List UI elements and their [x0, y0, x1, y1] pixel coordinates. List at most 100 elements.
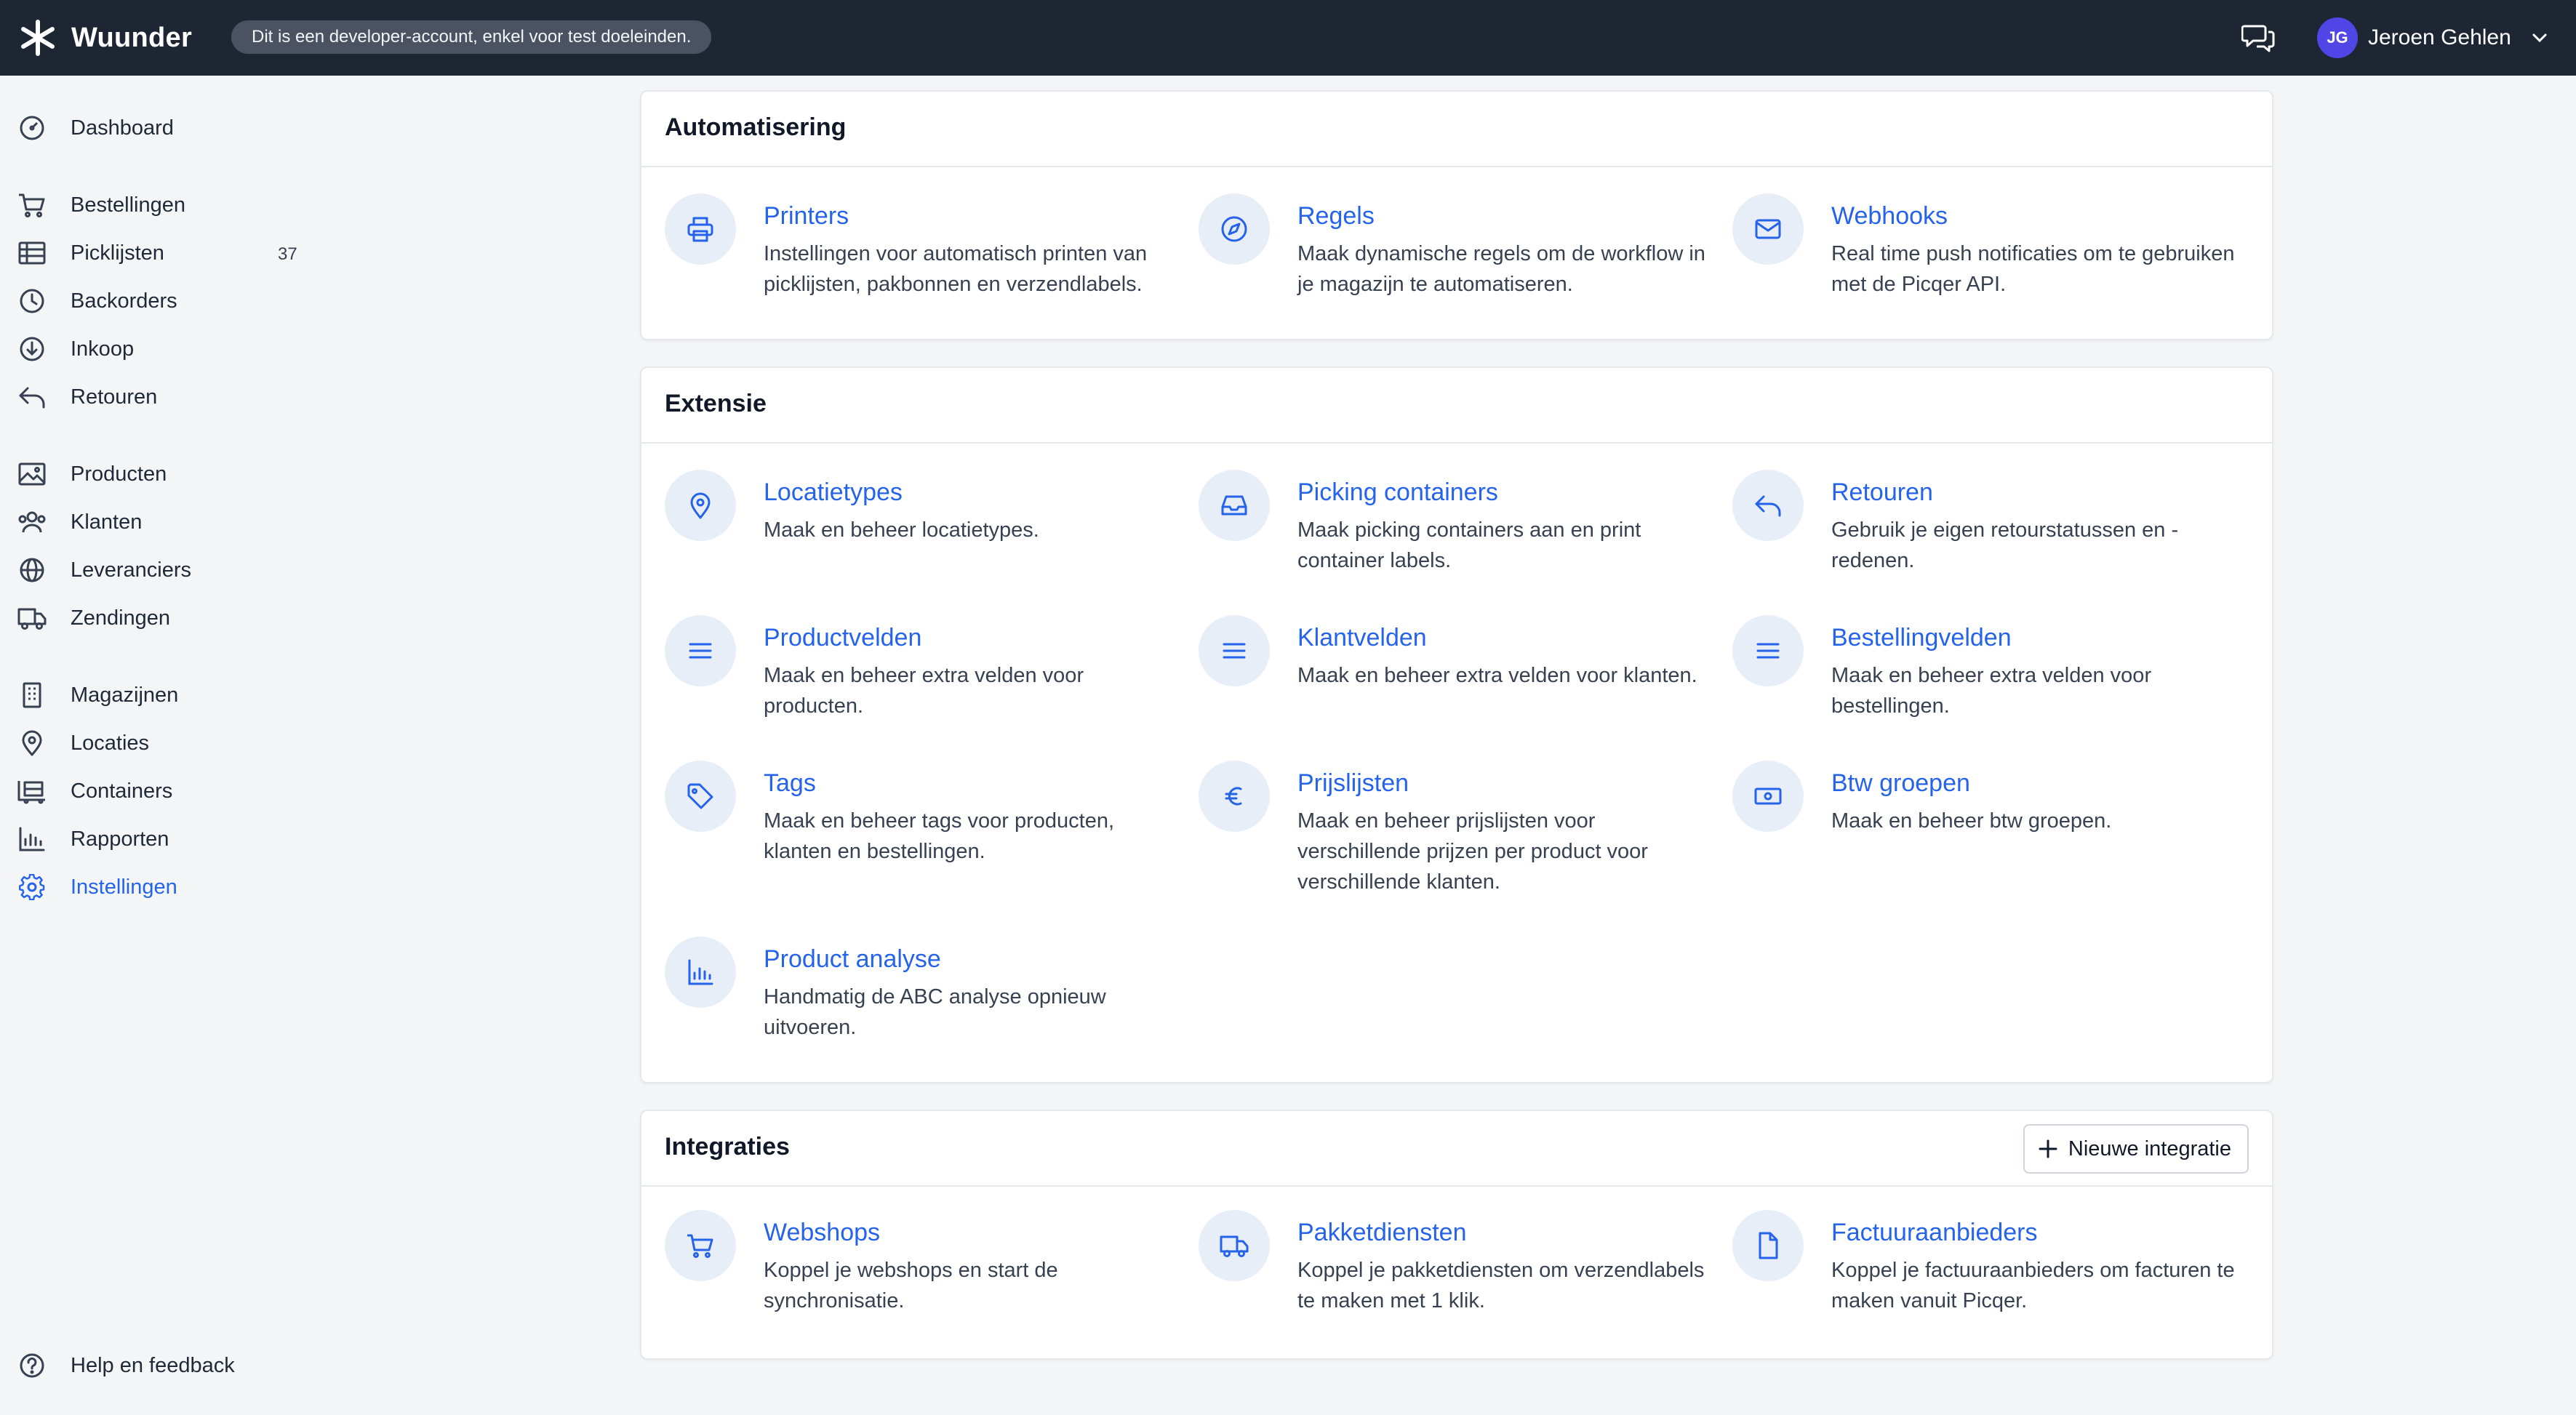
help-label: Help en feedback	[71, 1354, 235, 1377]
item-title[interactable]: Product analyse	[764, 945, 941, 974]
sidebar: Dashboard Bestellingen Picklijsten 37 Ba…	[0, 76, 320, 1415]
icon-circle	[665, 761, 736, 832]
item-title[interactable]: Klantvelden	[1297, 624, 1427, 652]
sidebar-item-label: Dashboard	[71, 116, 174, 140]
lines-icon	[1756, 643, 1780, 659]
item-title[interactable]: Bestellingvelden	[1831, 624, 2012, 652]
item-description: Maak en beheer extra velden voor bestell…	[1831, 664, 2152, 718]
icon-circle	[1199, 470, 1270, 541]
printer-icon	[687, 217, 713, 242]
sidebar-item-label: Instellingen	[71, 875, 177, 899]
developer-account-notice: Dit is een developer-account, enkel voor…	[231, 20, 712, 54]
item-title[interactable]: Picking containers	[1297, 478, 1498, 507]
extensie-panel: Extensie Locatietypes Maak en beheer loc…	[640, 366, 2273, 1083]
icon-circle	[665, 937, 736, 1008]
item-title[interactable]: Webhooks	[1831, 202, 1948, 231]
item-title[interactable]: Tags	[764, 769, 816, 798]
brand-name: Wuunder	[71, 22, 193, 53]
chart-icon	[19, 827, 45, 851]
brand[interactable]: Wuunder	[19, 19, 192, 57]
item-description: Koppel je factuuraanbieders om facturen …	[1831, 1259, 2235, 1312]
sidebar-item-label: Retouren	[71, 385, 158, 409]
icon-circle	[1732, 470, 1804, 541]
chat-icon[interactable]	[2241, 22, 2275, 54]
sidebar-item-instellingen[interactable]: Instellingen	[0, 865, 320, 909]
item-description: Maak en beheer locatietypes.	[764, 518, 1039, 542]
sidebar-item-label: Bestellingen	[71, 193, 185, 217]
item-description: Maak en beheer btw groepen.	[1831, 809, 2112, 833]
icon-circle	[665, 193, 736, 265]
integraties-panel: Integraties Nieuwe integratie Webshops K…	[640, 1110, 2273, 1360]
sidebar-item-retouren[interactable]: Retouren	[0, 375, 320, 419]
item-title[interactable]: Prijslijsten	[1297, 769, 1409, 798]
sidebar-item-containers[interactable]: Containers	[0, 769, 320, 813]
plus-icon	[2039, 1139, 2057, 1158]
item-title[interactable]: Productvelden	[764, 624, 921, 652]
inbox-icon	[1221, 495, 1247, 516]
item-title[interactable]: Locatietypes	[764, 478, 903, 507]
item-title[interactable]: Regels	[1297, 202, 1375, 231]
panel-header: Integraties Nieuwe integratie	[641, 1111, 2272, 1187]
sidebar-item-producten[interactable]: Producten	[0, 452, 320, 496]
sidebar-item-dashboard[interactable]: Dashboard	[0, 106, 320, 150]
new-integration-label: Nieuwe integratie	[2068, 1137, 2231, 1161]
compass-icon	[1221, 216, 1247, 242]
dashboard-icon	[20, 116, 44, 140]
sidebar-item-inkoop[interactable]: Inkoop	[0, 327, 320, 371]
icon-circle	[1732, 615, 1804, 686]
new-integration-button[interactable]: Nieuwe integratie	[2023, 1124, 2249, 1174]
sidebar-item-label: Klanten	[71, 510, 143, 534]
sidebar-item-label: Inkoop	[71, 337, 135, 361]
item-title[interactable]: Webshops	[764, 1219, 880, 1247]
truck-icon	[1220, 1235, 1249, 1257]
item-description: Maak picking containers aan en print con…	[1297, 518, 1641, 572]
avatar: JG	[2317, 17, 2358, 58]
panel-title: Automatisering	[665, 113, 847, 141]
sidebar-item-backorders[interactable]: Backorders	[0, 279, 320, 323]
item-description: Maak dynamische regels om de workflow in…	[1297, 242, 1705, 296]
picklijsten-count-badge: 37	[278, 244, 297, 264]
mail-icon	[1755, 219, 1781, 239]
download-icon	[20, 337, 44, 361]
item-description: Koppel je pakketdiensten om verzendlabel…	[1297, 1259, 1705, 1312]
table-icon	[18, 241, 46, 265]
brand-logo-icon	[21, 20, 55, 56]
item-title[interactable]: Retouren	[1831, 478, 1933, 507]
lines-icon	[1223, 643, 1246, 659]
building-icon	[23, 682, 41, 708]
lines-icon	[689, 643, 712, 659]
item-title[interactable]: Factuuraanbieders	[1831, 1219, 2038, 1247]
sidebar-item-picklijsten[interactable]: Picklijsten 37	[0, 231, 320, 275]
sidebar-item-label: Magazijnen	[71, 684, 179, 707]
chart-icon	[688, 959, 713, 985]
item-description: Maak en beheer prijslijsten voor verschi…	[1297, 809, 1648, 894]
sidebar-item-label: Containers	[71, 779, 173, 803]
icon-circle	[665, 615, 736, 686]
help-and-feedback[interactable]: Help en feedback	[0, 1344, 320, 1387]
user-menu[interactable]: JG Jeroen Gehlen	[2317, 17, 2549, 58]
euro-icon	[1225, 787, 1242, 806]
sidebar-item-magazijnen[interactable]: Magazijnen	[0, 673, 320, 717]
panel-title: Extensie	[665, 390, 767, 417]
sidebar-item-label: Backorders	[71, 289, 177, 313]
sidebar-item-zendingen[interactable]: Zendingen	[0, 596, 320, 640]
cart-icon	[19, 193, 45, 217]
sidebar-item-rapporten[interactable]: Rapporten	[0, 817, 320, 861]
map-pin-icon	[22, 730, 42, 756]
item-title[interactable]: Btw groepen	[1831, 769, 1970, 798]
icon-circle	[1199, 615, 1270, 686]
sidebar-item-klanten[interactable]: Klanten	[0, 500, 320, 544]
sidebar-item-label: Locaties	[71, 731, 150, 755]
sidebar-item-bestellingen[interactable]: Bestellingen	[0, 183, 320, 227]
globe-icon	[20, 558, 44, 582]
sidebar-item-label: Producten	[71, 462, 167, 486]
automatisering-panel: Automatisering Printers Instellingen voo…	[640, 90, 2273, 340]
item-title[interactable]: Pakketdiensten	[1297, 1219, 1467, 1247]
item-title[interactable]: Printers	[764, 202, 849, 231]
map-pin-icon	[690, 492, 711, 519]
gear-icon	[19, 874, 45, 900]
item-description: Real time push notificaties om te gebrui…	[1831, 242, 2235, 296]
sidebar-item-locaties[interactable]: Locaties	[0, 721, 320, 765]
sidebar-item-leveranciers[interactable]: Leveranciers	[0, 548, 320, 592]
item-description: Instellingen voor automatisch printen va…	[764, 242, 1148, 296]
